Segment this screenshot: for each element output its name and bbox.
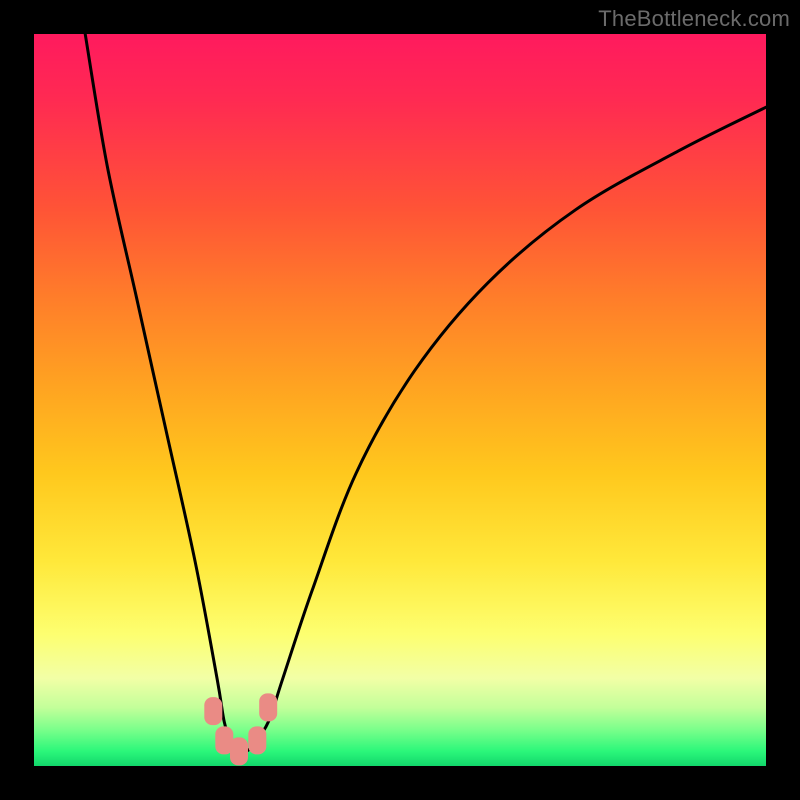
curve-marker	[248, 726, 266, 754]
bottleneck-curve	[85, 34, 766, 752]
plot-area	[34, 34, 766, 766]
marker-group	[204, 693, 277, 765]
curve-marker	[259, 693, 277, 721]
chart-frame: TheBottleneck.com	[0, 0, 800, 800]
curve-marker	[204, 697, 222, 725]
curve-marker	[230, 737, 248, 765]
curve-layer	[34, 34, 766, 766]
watermark-label: TheBottleneck.com	[598, 6, 790, 32]
